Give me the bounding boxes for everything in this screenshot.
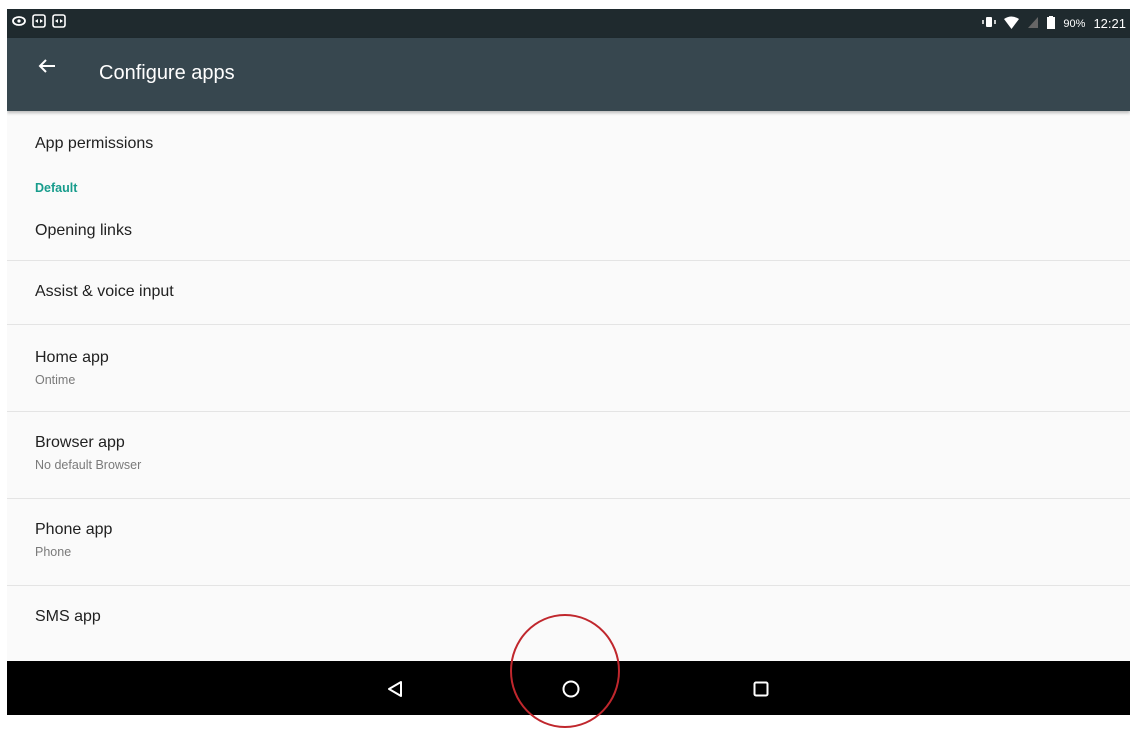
list-item-summary: Ontime bbox=[35, 373, 76, 387]
system-status: 90% 12:21 bbox=[982, 15, 1126, 32]
list-item-opening-links[interactable]: Opening links bbox=[7, 217, 1130, 261]
device-screen: 90% 12:21 Configure apps App permissions… bbox=[7, 9, 1130, 715]
back-button[interactable] bbox=[33, 52, 61, 80]
back-triangle-icon bbox=[388, 681, 402, 697]
list-item-browser-app[interactable]: Browser app No default Browser bbox=[7, 412, 1130, 499]
arrow-back-icon bbox=[38, 59, 55, 73]
list-item-phone-app[interactable]: Phone app Phone bbox=[7, 499, 1130, 586]
list-item-label: Opening links bbox=[35, 222, 132, 239]
navigation-bar bbox=[7, 661, 1130, 715]
list-item-label: App permissions bbox=[35, 135, 154, 152]
app-bar: Configure apps bbox=[7, 38, 1130, 111]
list-item-sms-app[interactable]: SMS app bbox=[7, 586, 1130, 646]
teamviewer-icon bbox=[32, 14, 46, 28]
nav-home-button[interactable] bbox=[557, 675, 585, 703]
notification-icons bbox=[12, 14, 66, 28]
list-item-label: Phone app bbox=[35, 521, 113, 538]
eye-icon bbox=[12, 14, 26, 28]
nav-back-button[interactable] bbox=[381, 675, 409, 703]
list-item-home-app[interactable]: Home app Ontime bbox=[7, 325, 1130, 412]
teamviewer-icon bbox=[52, 14, 66, 28]
page-title: Configure apps bbox=[99, 62, 235, 84]
list-item-app-permissions[interactable]: App permissions bbox=[7, 111, 1130, 173]
status-bar: 90% 12:21 bbox=[7, 9, 1130, 38]
battery-icon bbox=[1047, 15, 1056, 32]
battery-percent: 90% bbox=[1063, 17, 1086, 30]
vibrate-icon bbox=[982, 15, 997, 32]
list-item-summary: Phone bbox=[35, 545, 72, 559]
list-item-assist-voice-input[interactable]: Assist & voice input bbox=[7, 261, 1130, 325]
section-header-default: Default bbox=[7, 173, 1130, 217]
nav-recents-button[interactable] bbox=[747, 675, 775, 703]
list-item-label: Browser app bbox=[35, 434, 125, 451]
list-item-label: Assist & voice input bbox=[35, 283, 174, 300]
settings-list: App permissions Default Opening links As… bbox=[7, 111, 1130, 646]
list-item-label: SMS app bbox=[35, 608, 101, 625]
wifi-icon bbox=[1004, 16, 1020, 32]
list-item-summary: No default Browser bbox=[35, 458, 142, 472]
recents-square-icon bbox=[753, 681, 769, 697]
home-circle-icon bbox=[562, 680, 580, 698]
clock: 12:21 bbox=[1093, 16, 1126, 31]
list-item-label: Home app bbox=[35, 349, 109, 366]
section-header-label: Default bbox=[35, 181, 78, 195]
no-sim-icon bbox=[1027, 16, 1039, 32]
